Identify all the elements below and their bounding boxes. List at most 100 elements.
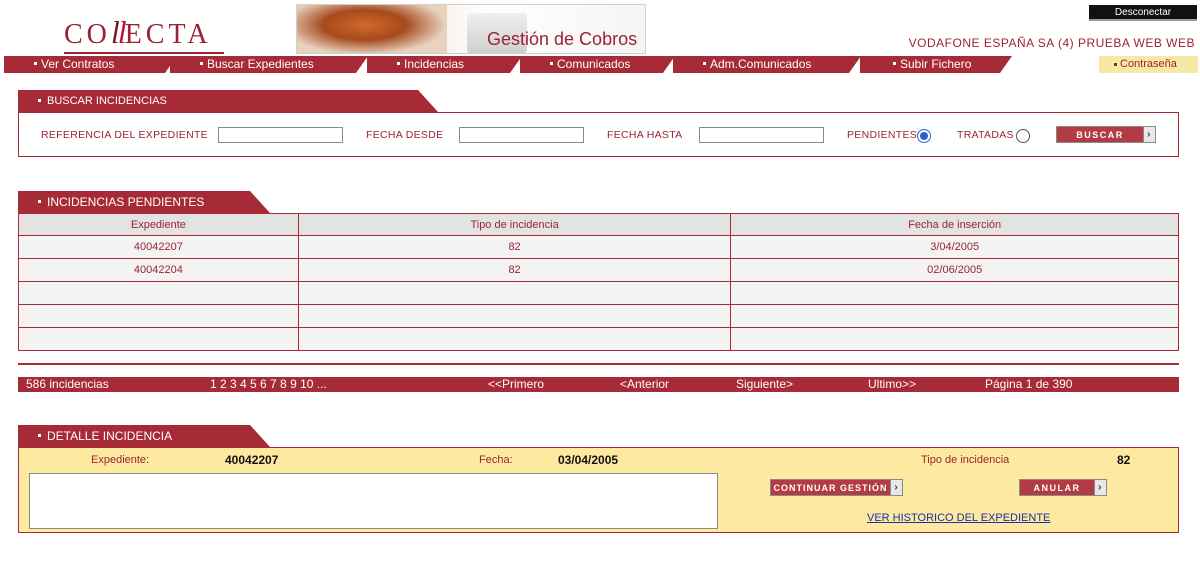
table-row[interactable]: 40042207 82 3/04/2005: [18, 235, 1179, 259]
chevron-right-icon: ›: [890, 480, 902, 495]
logo-text-ll: ll: [110, 14, 127, 50]
prev-page-link[interactable]: <Anterior: [620, 377, 669, 392]
cell-tipo: [297, 281, 732, 305]
table-row: [18, 304, 1179, 328]
to-label: FECHA HASTA: [607, 129, 683, 141]
cell-tipo: 82: [297, 235, 732, 259]
square-bullet-icon: [703, 62, 706, 66]
detail-textarea[interactable]: [29, 473, 718, 529]
logo-underline: [64, 52, 224, 54]
tipo-value: 82: [1117, 453, 1131, 467]
section-title: BUSCAR INCIDENCIAS: [47, 95, 167, 107]
treated-radio[interactable]: [1016, 129, 1030, 143]
cell-fecha: 3/04/2005: [730, 235, 1179, 259]
fecha-label: Fecha:: [479, 454, 513, 466]
collecta-logo: COllECTA: [64, 14, 234, 54]
button-label: ANULAR: [1033, 483, 1081, 493]
nav-label: Comunicados: [557, 57, 631, 71]
disconnect-button[interactable]: Desconectar: [1089, 5, 1197, 21]
ref-input[interactable]: [218, 127, 343, 143]
section-title: DETALLE INCIDENCIA: [47, 429, 173, 443]
column-header: Tipo de incidencia: [297, 213, 732, 236]
square-bullet-icon: [397, 62, 400, 66]
cell-fecha: [730, 327, 1179, 351]
chevron-right-icon: ›: [1143, 127, 1155, 142]
nav-contrasena[interactable]: Contraseña: [1099, 56, 1198, 73]
from-label: FECHA DESDE: [366, 129, 444, 141]
fecha-value: 03/04/2005: [558, 453, 619, 467]
search-form: REFERENCIA DEL EXPEDIENTE FECHA DESDE FE…: [18, 112, 1179, 157]
nav-label: Ver Contratos: [41, 57, 115, 71]
square-bullet-icon: [38, 434, 41, 438]
table-row[interactable]: 40042204 82 02/06/2005: [18, 258, 1179, 282]
square-bullet-icon: [38, 200, 41, 204]
cell-expediente: 40042204: [18, 258, 299, 282]
nav-adm-comunicados[interactable]: Adm.Comunicados: [673, 56, 861, 73]
nav-label: Buscar Expedientes: [207, 57, 314, 71]
company-name: VODAFONE ESPAÑA SA (4) PRUEBA WEB WEB: [908, 36, 1195, 50]
incidents-table: Expediente Tipo de incidencia Fecha de i…: [18, 213, 1179, 351]
nav-label: Incidencias: [404, 57, 465, 71]
nav-comunicados[interactable]: Comunicados: [520, 56, 675, 73]
nav-label: Adm.Comunicados: [710, 57, 812, 71]
chevron-right-icon: ›: [1094, 480, 1106, 495]
to-date-input[interactable]: [699, 127, 824, 143]
page-numbers[interactable]: 1 2 3 4 5 6 7 8 9 10 ...: [210, 377, 327, 392]
next-page-link[interactable]: Siguiente>: [736, 377, 793, 392]
cell-tipo: [297, 304, 732, 328]
pending-label: PENDIENTES: [847, 129, 918, 141]
treated-label: TRATADAS: [957, 129, 1014, 141]
detail-panel: Expediente: 40042207 Fecha: 03/04/2005 T…: [18, 447, 1179, 533]
nav-ver-contratos[interactable]: Ver Contratos: [4, 56, 177, 73]
nav-incidencias[interactable]: Incidencias: [367, 56, 522, 73]
pending-radio[interactable]: [917, 129, 931, 143]
cell-fecha: [730, 281, 1179, 305]
nav-label: Contraseña: [1120, 58, 1177, 70]
button-label: CONTINUAR GESTIÓN: [773, 483, 888, 493]
search-section-tab: BUSCAR INCIDENCIAS: [18, 90, 438, 112]
cancel-button[interactable]: ANULAR ›: [1019, 479, 1107, 496]
tipo-label: Tipo de incidencia: [921, 454, 1010, 466]
last-page-link[interactable]: Ultimo>>: [868, 377, 916, 392]
banner-image: Gestión de Cobros: [296, 4, 646, 54]
pagination-bar: 586 incidencias 1 2 3 4 5 6 7 8 9 10 ...…: [18, 377, 1179, 392]
section-title: INCIDENCIAS PENDIENTES: [47, 195, 205, 209]
square-bullet-icon: [550, 62, 553, 66]
cell-fecha: 02/06/2005: [730, 258, 1179, 282]
square-bullet-icon: [38, 98, 41, 102]
logo-text-ecta: ECTA: [124, 19, 212, 50]
square-bullet-icon: [200, 62, 203, 66]
nav-label: Subir Fichero: [900, 57, 972, 71]
main-nav: Ver Contratos Buscar Expedientes Inciden…: [0, 56, 1200, 73]
from-date-input[interactable]: [459, 127, 584, 143]
incident-count: 586 incidencias: [26, 377, 109, 391]
banner-photo: [297, 5, 447, 53]
square-bullet-icon: [893, 62, 896, 66]
cell-expediente: [18, 304, 299, 328]
cell-expediente: 40042207: [18, 235, 299, 259]
expediente-label: Expediente:: [91, 454, 150, 466]
cell-expediente: [18, 327, 299, 351]
column-header: Expediente: [18, 213, 299, 236]
nav-subir-fichero[interactable]: Subir Fichero: [860, 56, 1012, 73]
cell-fecha: [730, 304, 1179, 328]
history-link[interactable]: VER HISTORICO DEL EXPEDIENTE: [867, 512, 1050, 524]
cell-expediente: [18, 281, 299, 305]
first-page-link[interactable]: <<Primero: [488, 377, 544, 392]
table-row: [18, 327, 1179, 351]
page-info: Página 1 de 390: [985, 377, 1073, 391]
divider: [18, 363, 1179, 365]
ref-label: REFERENCIA DEL EXPEDIENTE: [41, 129, 208, 141]
logo-text-co: CO: [64, 19, 111, 50]
cell-tipo: [297, 327, 732, 351]
nav-buscar-expedientes[interactable]: Buscar Expedientes: [170, 56, 368, 73]
banner-title: Gestión de Cobros: [487, 29, 638, 49]
search-button[interactable]: BUSCAR ›: [1056, 126, 1156, 143]
table-row: [18, 281, 1179, 305]
detail-section-tab: DETALLE INCIDENCIA: [18, 425, 270, 447]
table-section-tab: INCIDENCIAS PENDIENTES: [18, 191, 270, 213]
square-bullet-icon: [1114, 62, 1117, 66]
cell-tipo: 82: [297, 258, 732, 282]
column-header: Fecha de inserción: [730, 213, 1179, 236]
continue-button[interactable]: CONTINUAR GESTIÓN ›: [770, 479, 903, 496]
